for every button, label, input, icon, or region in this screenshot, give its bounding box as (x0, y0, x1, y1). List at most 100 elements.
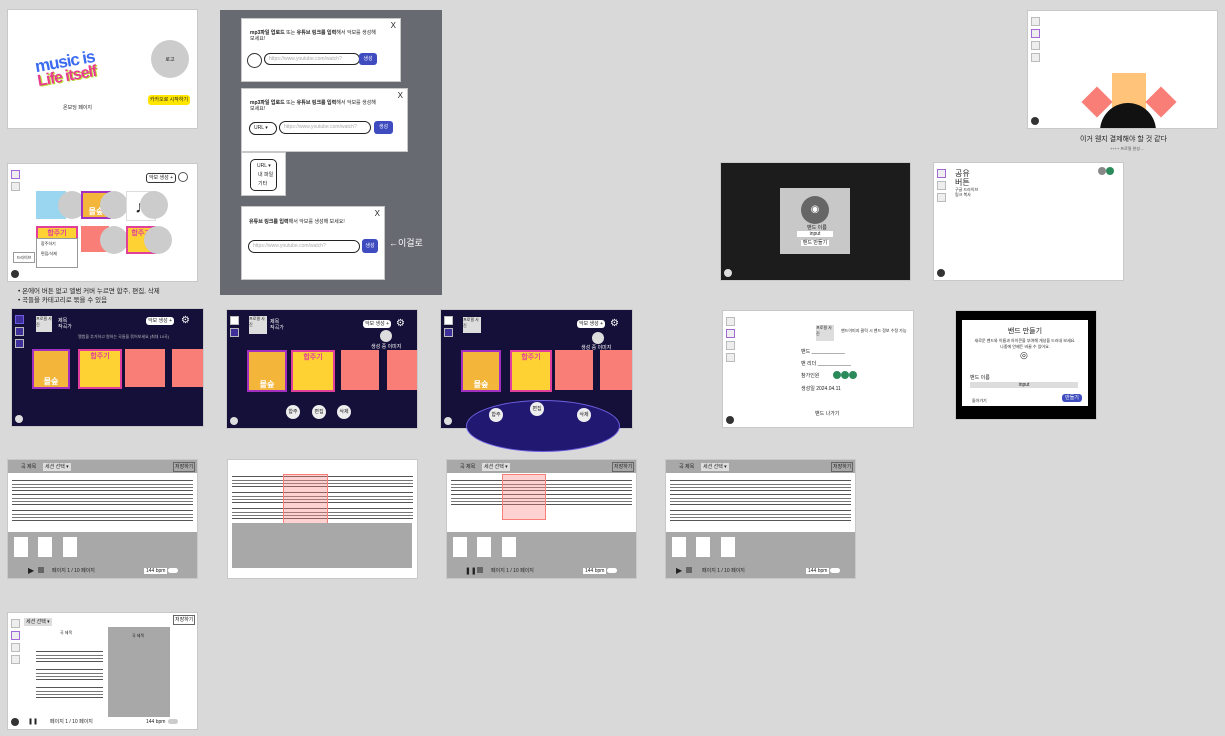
member-icon[interactable] (849, 371, 857, 379)
metronome-toggle[interactable] (168, 719, 178, 724)
user-icon[interactable] (1106, 167, 1114, 175)
avatar[interactable] (15, 415, 23, 423)
page-thumb[interactable] (453, 537, 467, 557)
album-cover[interactable] (600, 350, 632, 390)
member-icon[interactable] (833, 371, 841, 379)
album-cover[interactable]: 몰숲 (461, 350, 501, 392)
menu-item[interactable]: 드라이브 (13, 252, 35, 263)
page-thumb[interactable] (721, 537, 735, 557)
url-input[interactable]: https://www.youtube.com/watch? (264, 53, 360, 65)
user-icon[interactable] (1098, 167, 1106, 175)
dropdown-item[interactable]: 내 파일 (258, 172, 273, 178)
source-select[interactable]: URL ▾ (249, 122, 277, 135)
avatar[interactable] (1031, 117, 1039, 125)
create-score-button[interactable]: 악보 생성 + (146, 317, 174, 325)
submit-button[interactable]: 만들기 (1062, 394, 1082, 402)
url-input[interactable]: https://www.youtube.com/watch? (248, 240, 360, 253)
stop-icon[interactable] (686, 567, 692, 573)
back-button[interactable]: 돌아가기 (972, 398, 987, 404)
album-cover[interactable]: 합주기 (78, 349, 122, 389)
menu-item[interactable]: 편집/삭제 (37, 249, 77, 259)
play-button[interactable]: 합주 (489, 408, 503, 422)
camera-icon[interactable]: ◉ (801, 196, 829, 224)
menu-item[interactable]: 합주하기 (37, 239, 77, 249)
metronome-toggle[interactable] (168, 568, 178, 573)
album-cover[interactable] (555, 350, 593, 390)
session-select[interactable]: 세션 선택 ▾ (24, 618, 52, 626)
generate-button[interactable]: 생성 (362, 239, 378, 253)
save-button[interactable]: 저장하기 (831, 462, 854, 472)
stop-icon[interactable] (38, 567, 44, 573)
profile-photo[interactable]: 프로필 사진 (36, 316, 52, 332)
page-thumb[interactable] (38, 537, 52, 557)
session-select[interactable]: 세션 선택 ▾ (701, 463, 729, 471)
generate-button[interactable]: 생성 (359, 53, 377, 65)
page-thumb[interactable] (502, 537, 516, 557)
metronome-toggle[interactable] (830, 568, 840, 573)
avatar[interactable] (726, 416, 734, 424)
edit-button[interactable]: 편집 (530, 402, 544, 416)
album-cover[interactable] (125, 349, 165, 387)
delete-button[interactable]: 삭제 (577, 408, 591, 422)
camera-icon[interactable]: ◎ (1020, 350, 1028, 361)
profile-photo[interactable]: 프로필 사진 (463, 317, 481, 333)
metronome-toggle[interactable] (607, 568, 617, 573)
page-thumb[interactable] (477, 537, 491, 557)
album-cover[interactable]: 합주기 (510, 350, 552, 392)
create-score-button[interactable]: 악보 생성 + (577, 320, 605, 328)
avatar[interactable] (937, 269, 945, 277)
close-icon[interactable]: X (398, 91, 403, 100)
save-button[interactable]: 저장하기 (612, 462, 635, 472)
band-name-input[interactable]: input (970, 382, 1078, 388)
selection-box[interactable] (283, 474, 328, 524)
dropdown-item[interactable]: 기타 (258, 181, 267, 187)
avatar[interactable] (444, 417, 452, 425)
delete-button[interactable]: 삭제 (337, 405, 351, 419)
band-name-input[interactable]: input (797, 231, 833, 237)
album-cover[interactable]: 몰숲 (32, 349, 70, 389)
play-icon[interactable]: ▶ (28, 566, 34, 575)
profile-photo[interactable]: 프로필 사진 (249, 316, 267, 334)
album-cover[interactable] (341, 350, 379, 390)
session-select[interactable]: 세션 선택 ▾ (482, 463, 510, 471)
save-button[interactable]: 저장하기 (173, 615, 196, 625)
avatar[interactable] (230, 417, 238, 425)
selection-box[interactable] (502, 474, 546, 520)
create-score-button[interactable]: 악보 생성 + (146, 173, 176, 183)
member-icon[interactable] (841, 371, 849, 379)
dropdown-item[interactable]: URL ▾ (257, 163, 271, 169)
pause-icon[interactable]: ❚❚ (28, 718, 38, 725)
create-band-button[interactable]: 밴드 만들기 (801, 240, 829, 246)
album-cover[interactable] (387, 350, 417, 390)
album-cover[interactable] (172, 349, 203, 387)
avatar[interactable] (11, 718, 19, 726)
band-photo[interactable]: 프로필 사진 (816, 325, 834, 341)
avatar[interactable] (11, 270, 19, 278)
generate-button[interactable]: 생성 (374, 121, 393, 134)
play-icon[interactable]: ▶ (676, 566, 682, 575)
close-icon[interactable]: X (391, 21, 396, 30)
kakao-start-button[interactable]: 카카오로 시작하기 (148, 95, 190, 105)
album-cover[interactable]: 몰숲 (247, 350, 287, 392)
close-icon[interactable]: X (375, 209, 380, 218)
avatar[interactable] (724, 269, 732, 277)
leave-band-button[interactable]: 밴드 나가기 (815, 411, 839, 417)
settings-icon[interactable]: ⚙ (610, 318, 619, 329)
save-button[interactable]: 저장하기 (173, 462, 196, 472)
settings-icon[interactable] (178, 172, 188, 182)
pause-icon[interactable]: ❚❚ (465, 567, 477, 575)
upload-file-icon[interactable] (247, 53, 262, 68)
create-score-button[interactable]: 악보 생성 + (363, 320, 391, 328)
page-thumb[interactable] (672, 537, 686, 557)
stop-icon[interactable] (477, 567, 483, 573)
settings-icon[interactable]: ⚙ (181, 315, 190, 326)
page-thumb[interactable] (696, 537, 710, 557)
share-option[interactable]: 링크 복사 (955, 192, 978, 197)
play-button[interactable]: 합주 (286, 405, 300, 419)
page-thumb[interactable] (14, 537, 28, 557)
edit-button[interactable]: 편집 (312, 405, 326, 419)
url-input[interactable]: https://www.youtube.com/watch? (279, 121, 371, 134)
album-cover[interactable]: 합주기 (291, 350, 335, 392)
settings-icon[interactable]: ⚙ (396, 318, 405, 329)
page-thumb[interactable] (63, 537, 77, 557)
